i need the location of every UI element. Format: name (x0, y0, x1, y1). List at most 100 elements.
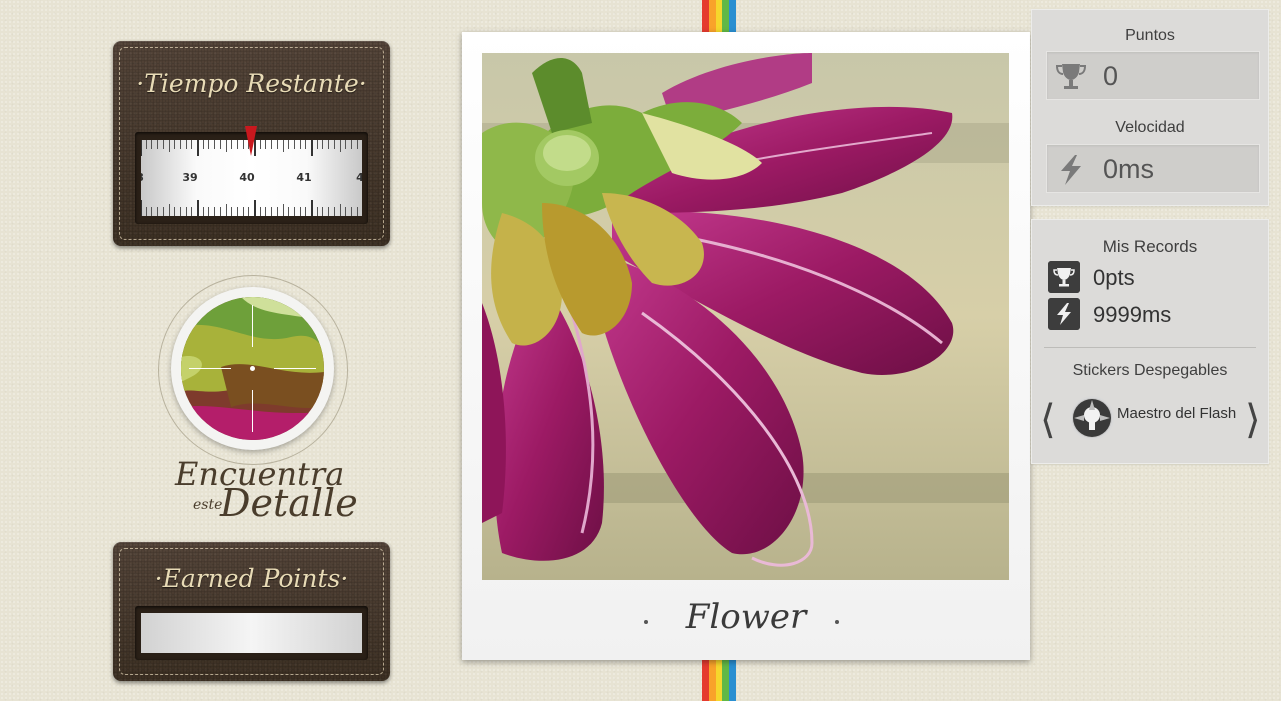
ruler-minor-tick (214, 140, 216, 149)
ruler-minor-tick (236, 207, 238, 216)
ruler-minor-tick (339, 140, 341, 152)
ruler-major-tick (197, 200, 199, 216)
time-remaining-panel: ·Tiempo Restante· 8 39 40 41 4 (113, 41, 390, 246)
ruler-minor-tick (316, 207, 318, 216)
ruler-minor-tick (185, 140, 187, 149)
ruler-minor-tick (288, 140, 290, 149)
ruler-major-tick (254, 200, 256, 216)
ruler-minor-tick (162, 140, 164, 149)
points-value: 0 (1103, 61, 1119, 91)
trophy-icon (1055, 64, 1087, 89)
ruler-minor-tick (191, 140, 193, 149)
ruler-minor-tick (333, 207, 335, 216)
points-field: 0 (1046, 51, 1260, 100)
ruler-label: 39 (182, 171, 198, 184)
ruler-major-tick (141, 140, 142, 156)
ruler-minor-tick (225, 204, 227, 216)
records-card: Mis Records 0pts 9999ms Stickers Despega… (1031, 219, 1269, 464)
ruler-major-tick (311, 200, 313, 216)
photo-caption: Flower (685, 597, 807, 637)
ruler-minor-tick (339, 204, 341, 216)
crosshair-horizontal-left (189, 368, 231, 369)
ruler-minor-tick (248, 207, 250, 216)
ruler-minor-tick (151, 140, 153, 149)
time-remaining-title: ·Tiempo Restante· (136, 69, 367, 98)
ruler-minor-tick (219, 140, 221, 149)
stickers-title: Stickers Despegables (1072, 362, 1228, 379)
stripe-green (722, 0, 730, 32)
crosshair-horizontal-right (274, 368, 316, 369)
ruler-minor-tick (265, 140, 267, 149)
crosshair-vertical-top (252, 305, 253, 347)
earned-points-panel: ·Earned Points· (113, 542, 390, 681)
stripe-yellow (715, 660, 723, 701)
flower-image (482, 53, 1009, 580)
crosshair-center-dot (250, 366, 255, 371)
ruler-minor-tick (242, 140, 244, 149)
detail-magnifier (171, 287, 334, 450)
stripe-red (702, 0, 709, 32)
ruler-minor-tick (328, 207, 330, 216)
find-detail-line3: Detalle (220, 481, 358, 525)
ruler-minor-tick (288, 207, 290, 216)
record-speed-row: 9999ms (1048, 298, 1248, 330)
ruler-minor-tick (151, 207, 153, 216)
trophy-icon (1048, 261, 1080, 293)
ruler-minor-tick (350, 207, 352, 216)
records-title: Mis Records (1102, 237, 1198, 256)
ruler-minor-tick (157, 207, 159, 216)
points-label: Puntos (1125, 27, 1175, 44)
find-detail-line2: este (193, 497, 223, 513)
stripe-yellow (715, 0, 723, 32)
ruler-minor-tick (174, 140, 176, 149)
lightning-icon (1061, 155, 1081, 185)
ruler-minor-tick (276, 140, 278, 149)
caption-dot-right (835, 620, 839, 624)
needle-indicator (245, 126, 257, 156)
ruler-minor-tick (299, 207, 301, 216)
ruler-minor-tick (259, 207, 261, 216)
ruler-minor-tick (305, 140, 307, 149)
ruler-label: 8 (141, 171, 144, 184)
ruler-minor-tick (219, 207, 221, 216)
ruler-minor-tick (299, 140, 301, 149)
crosshair-vertical-bottom (252, 390, 253, 432)
record-points-value: 0pts (1093, 265, 1135, 290)
ruler-minor-tick (282, 140, 284, 152)
game-photo[interactable] (482, 53, 1009, 580)
ruler-minor-tick (191, 207, 193, 216)
ruler-minor-tick (276, 207, 278, 216)
ruler-major-tick (141, 200, 142, 216)
ruler-slot: 8 39 40 41 4 (135, 126, 368, 224)
record-speed-value: 9999ms (1093, 302, 1172, 327)
stripe-orange (708, 0, 716, 32)
ruler-minor-tick (328, 140, 330, 149)
ruler-minor-tick (168, 204, 170, 216)
ruler-minor-tick (242, 207, 244, 216)
ruler-minor-tick (179, 140, 181, 149)
stripe-red (702, 660, 709, 701)
ruler-minor-tick (350, 140, 352, 149)
ruler-minor-tick (185, 207, 187, 216)
ruler-minor-tick (345, 207, 347, 216)
rainbow-stripe-bottom (702, 660, 736, 701)
ruler-minor-tick (333, 140, 335, 149)
ruler-minor-tick (231, 140, 233, 149)
sticker-next-arrow[interactable]: ⟩ (1245, 400, 1261, 440)
rainbow-stripe-top (702, 0, 736, 32)
ruler-minor-tick (168, 140, 170, 152)
sticker-prev-arrow[interactable]: ⟨ (1040, 400, 1056, 440)
ruler-minor-tick (271, 207, 273, 216)
earned-points-title: ·Earned Points· (154, 564, 349, 593)
ruler-minor-tick (162, 207, 164, 216)
records-divider (1044, 347, 1256, 348)
ruler-minor-tick (225, 140, 227, 152)
ruler-minor-tick (305, 207, 307, 216)
sticker-badge-icon[interactable] (1070, 396, 1114, 440)
stripe-orange (708, 660, 716, 701)
ruler-minor-tick (282, 204, 284, 216)
record-points-row: 0pts (1048, 261, 1248, 293)
ruler-minor-tick (202, 207, 204, 216)
ruler-minor-tick (356, 207, 358, 216)
ruler-minor-tick (202, 140, 204, 149)
